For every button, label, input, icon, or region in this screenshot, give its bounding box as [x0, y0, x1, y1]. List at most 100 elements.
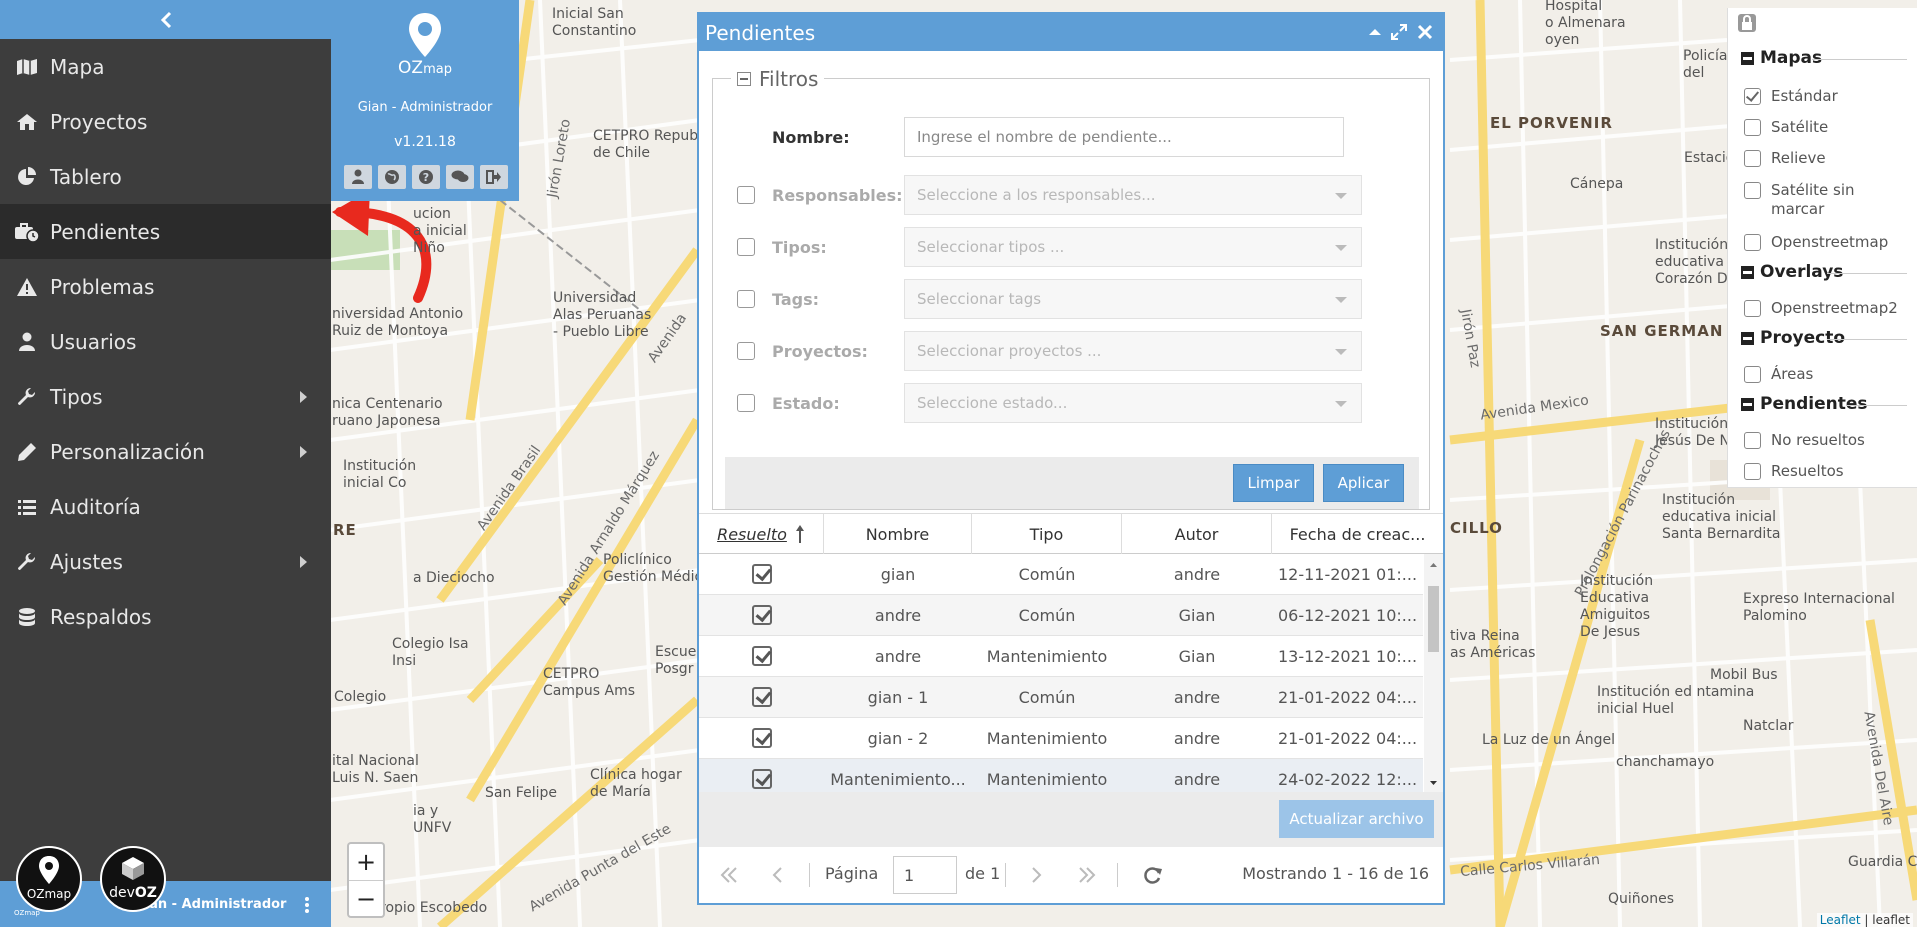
layer-option[interactable]: Openstreetmap2	[1744, 299, 1898, 318]
page-input[interactable]: 1	[893, 856, 957, 894]
layer-checkbox[interactable]	[1744, 432, 1761, 449]
last-page-icon[interactable]	[1077, 865, 1097, 885]
layer-option[interactable]: Resueltos	[1744, 462, 1844, 481]
layer-option[interactable]: Satélite	[1744, 118, 1828, 137]
scroll-up-icon[interactable]	[1424, 560, 1443, 570]
resolved-checkbox[interactable]	[751, 687, 772, 707]
responsables-select[interactable]: Seleccione a los responsables...	[904, 175, 1362, 215]
cell-resuelto[interactable]	[699, 759, 824, 792]
help-button[interactable]: ?	[412, 165, 440, 189]
next-page-icon[interactable]	[1029, 865, 1043, 885]
refresh-icon[interactable]	[1143, 865, 1163, 885]
table-row[interactable]: Mantenimiento... Mantenimiento andre 24-02-…	[699, 759, 1423, 792]
layer-checkbox[interactable]	[1744, 182, 1761, 199]
sidebar-item-usuarios[interactable]: Usuarios	[0, 314, 331, 369]
dialog-header[interactable]: Pendientes	[699, 14, 1443, 51]
sidebar-item-ajustes[interactable]: Ajustes	[0, 534, 331, 589]
cell-resuelto[interactable]	[699, 677, 824, 717]
layer-option[interactable]: Áreas	[1744, 365, 1813, 384]
column-header-fecha[interactable]: Fecha de creac...	[1272, 514, 1443, 554]
layer-option[interactable]: Relieve	[1744, 149, 1826, 168]
cell-resuelto[interactable]	[699, 554, 824, 594]
layer-group-overlays[interactable]: Overlays	[1741, 262, 1843, 282]
profile-button[interactable]	[344, 165, 372, 189]
filters-legend[interactable]: Filtros	[731, 67, 825, 91]
collapse-minus-icon[interactable]	[737, 72, 751, 86]
zoom-in-button[interactable]: +	[349, 844, 383, 880]
ozmap-logo[interactable]: OZmap	[16, 846, 82, 912]
sidebar-item-tipos[interactable]: Tipos	[0, 369, 331, 424]
layer-checkbox[interactable]	[1744, 234, 1761, 251]
layer-group-proyecto[interactable]: Proyecto	[1741, 328, 1845, 348]
lock-icon[interactable]	[1736, 12, 1758, 34]
tipos-select[interactable]: Seleccionar tipos ...	[904, 227, 1362, 267]
sidebar-item-auditoria[interactable]: Auditoría	[0, 479, 331, 534]
close-icon[interactable]	[1417, 24, 1433, 40]
table-row[interactable]: gian - 2 Mantenimiento andre 21-01-2022 04:…	[699, 718, 1423, 759]
column-header-autor[interactable]: Autor	[1122, 514, 1272, 554]
resolved-checkbox[interactable]	[751, 769, 772, 789]
first-page-icon[interactable]	[719, 865, 739, 885]
layer-option[interactable]: Satélite sin marcar	[1744, 181, 1855, 219]
table-row[interactable]: andre Mantenimiento Gian 13-12-2021 10:...	[699, 636, 1423, 677]
sidebar-item-tablero[interactable]: Tablero	[0, 149, 331, 204]
resolved-checkbox[interactable]	[751, 564, 772, 584]
cell-resuelto[interactable]	[699, 595, 824, 635]
sidebar-item-mapa[interactable]: Mapa	[0, 39, 331, 94]
layer-checkbox[interactable]	[1744, 366, 1761, 383]
column-header-resuelto[interactable]: Resuelto	[699, 514, 824, 554]
responsables-checkbox[interactable]	[737, 186, 755, 204]
leaflet-link[interactable]: Leaflet	[1820, 913, 1861, 927]
collapse-minus-icon[interactable]	[1741, 265, 1754, 279]
table-row[interactable]: andre Común Gian 06-12-2021 10:...	[699, 595, 1423, 636]
sidebar-item-proyectos[interactable]: Proyectos	[0, 94, 331, 149]
tags-checkbox[interactable]	[737, 290, 755, 308]
table-row[interactable]: gian - 1 Común andre 21-01-2022 04:...	[699, 677, 1423, 718]
proyectos-select[interactable]: Seleccionar proyectos ...	[904, 331, 1362, 371]
resolved-checkbox[interactable]	[751, 646, 772, 666]
layer-option[interactable]: Estándar	[1744, 87, 1838, 106]
sidebar-item-pendientes[interactable]: Pendientes	[0, 204, 331, 259]
layer-group-pendientes[interactable]: Pendientes	[1741, 394, 1868, 414]
zoom-out-button[interactable]: −	[349, 880, 383, 916]
scroll-down-icon[interactable]	[1424, 778, 1443, 788]
tipos-checkbox[interactable]	[737, 238, 755, 256]
cell-resuelto[interactable]	[699, 718, 824, 758]
chat-button[interactable]	[446, 165, 474, 189]
layer-group-mapas[interactable]: Mapas	[1741, 48, 1822, 68]
layer-option[interactable]: Openstreetmap	[1744, 233, 1888, 252]
clear-button[interactable]: Limpar	[1233, 464, 1314, 502]
collapse-minus-icon[interactable]	[1741, 331, 1754, 345]
layer-option[interactable]: No resueltos	[1744, 431, 1865, 450]
sidebar-item-respaldos[interactable]: Respaldos	[0, 589, 331, 644]
layer-checkbox[interactable]	[1744, 150, 1761, 167]
layer-checkbox[interactable]	[1744, 88, 1761, 105]
resolved-checkbox[interactable]	[751, 728, 772, 748]
apply-button[interactable]: Aplicar	[1323, 464, 1404, 502]
resolved-checkbox[interactable]	[751, 605, 772, 625]
table-row[interactable]: gian Común andre 12-11-2021 01:...	[699, 554, 1423, 595]
update-file-button[interactable]: Actualizar archivo	[1279, 800, 1434, 838]
column-header-tipo[interactable]: Tipo	[972, 514, 1122, 554]
sidebar-item-personalizacion[interactable]: Personalización	[0, 424, 331, 479]
layer-checkbox[interactable]	[1744, 463, 1761, 480]
devoz-logo[interactable]: devOZ	[100, 846, 166, 912]
cell-resuelto[interactable]	[699, 636, 824, 676]
layer-checkbox[interactable]	[1744, 119, 1761, 136]
maximize-icon[interactable]	[1391, 24, 1407, 40]
scrollbar-thumb[interactable]	[1428, 586, 1439, 652]
sidebar-item-problemas[interactable]: Problemas	[0, 259, 331, 314]
collapse-minus-icon[interactable]	[1741, 397, 1754, 411]
sidebar-collapse-button[interactable]	[0, 0, 331, 39]
column-header-nombre[interactable]: Nombre	[824, 514, 972, 554]
layer-checkbox[interactable]	[1744, 300, 1761, 317]
nombre-input[interactable]: Ingrese el nombre de pendiente...	[904, 117, 1344, 157]
grid-scrollbar[interactable]	[1424, 554, 1443, 792]
minimize-icon[interactable]	[1367, 24, 1383, 40]
tags-select[interactable]: Seleccionar tags	[904, 279, 1362, 319]
logout-button[interactable]	[480, 165, 508, 189]
more-vertical-icon[interactable]	[305, 897, 309, 913]
estado-checkbox[interactable]	[737, 394, 755, 412]
proyectos-checkbox[interactable]	[737, 342, 755, 360]
previous-page-icon[interactable]	[771, 865, 785, 885]
